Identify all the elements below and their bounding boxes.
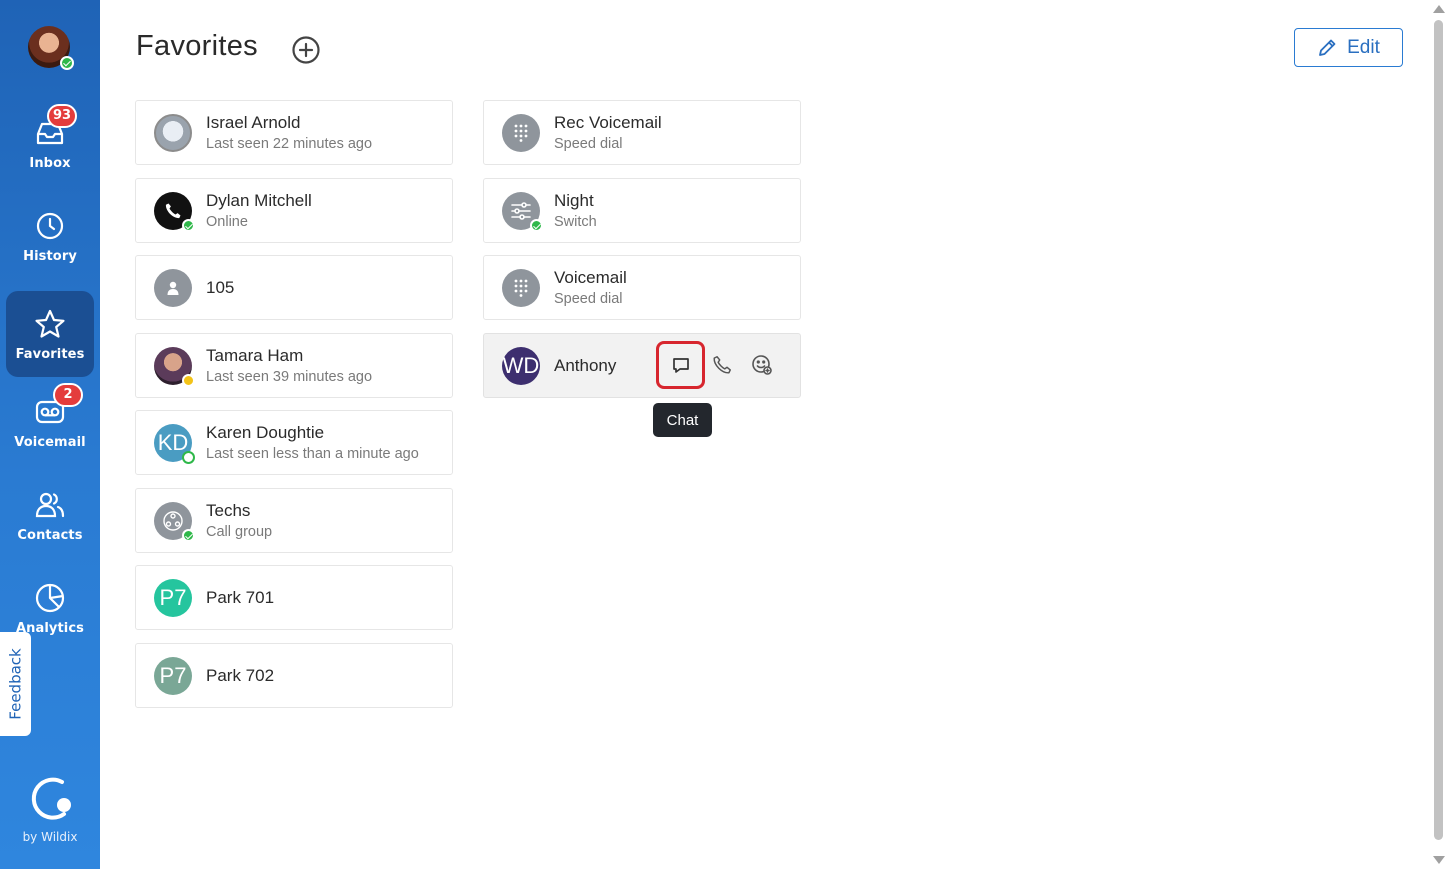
contact-name: Israel Arnold xyxy=(206,113,301,132)
edit-button[interactable]: Edit xyxy=(1294,28,1403,67)
favorite-card-israel-arnold[interactable]: Israel Arnold Last seen 22 minutes ago xyxy=(135,100,453,165)
contact-status: Last seen less than a minute ago xyxy=(206,446,419,462)
contact-name: Karen Doughtie xyxy=(206,423,325,442)
avatar: P7 xyxy=(154,578,192,617)
contact-name: Rec Voicemail xyxy=(554,113,662,132)
avatar xyxy=(154,113,192,152)
sidebar-item-label: History xyxy=(23,248,77,264)
favorite-card-rec-voicemail[interactable]: Rec Voicemail Speed dial xyxy=(483,100,801,165)
voicemail-badge: 2 xyxy=(53,382,83,407)
inbox-icon: 93 xyxy=(33,103,78,150)
avatar: P7 xyxy=(154,656,192,695)
avatar xyxy=(502,268,540,307)
scroll-down-icon[interactable] xyxy=(1433,856,1445,864)
avatar xyxy=(154,346,195,387)
sidebar-item-voicemail[interactable]: 2 Voicemail xyxy=(6,379,94,465)
chat-tooltip: Chat xyxy=(653,403,712,437)
sidebar-item-label: Contacts xyxy=(17,527,83,543)
contact-name: Techs xyxy=(206,501,251,520)
contact-status: Switch xyxy=(554,214,597,230)
favorite-card-dylan-mitchell[interactable]: Dylan Mitchell Online xyxy=(135,178,453,243)
sidebar-item-favorites[interactable]: Favorites xyxy=(6,291,94,377)
switch-icon xyxy=(511,201,531,220)
sidebar-item-contacts[interactable]: Contacts xyxy=(6,472,94,558)
sidebar-item-label: Favorites xyxy=(15,346,85,362)
emoji-icon xyxy=(752,355,772,375)
brand-logo: by Wildix xyxy=(0,772,100,844)
favorite-card-park-702[interactable]: P7 Park 702 xyxy=(135,643,453,708)
favorite-card-voicemail[interactable]: Voicemail Speed dial xyxy=(483,255,801,320)
avatar-initials: P7 xyxy=(159,584,187,610)
contact-name: Park 702 xyxy=(206,665,275,685)
avatar xyxy=(502,113,540,152)
star-icon xyxy=(33,307,67,341)
contact-name: Anthony xyxy=(554,355,617,375)
contact-name: Night xyxy=(554,191,594,210)
online-status-icon xyxy=(60,56,74,70)
contact-name: Tamara Ham xyxy=(206,346,304,365)
contact-status: Speed dial xyxy=(554,136,623,152)
contact-status: Speed dial xyxy=(554,291,623,307)
avatar-initials: P7 xyxy=(159,662,187,688)
sidebar-item-label: Inbox xyxy=(29,155,71,171)
user-avatar[interactable] xyxy=(28,26,74,70)
wildix-logo-icon xyxy=(24,772,76,824)
away-status-icon xyxy=(182,373,195,387)
favorite-card-tamara-ham[interactable]: Tamara Ham Last seen 39 minutes ago xyxy=(135,333,453,398)
contact-name: 105 xyxy=(206,277,235,297)
avatar xyxy=(154,501,195,542)
edit-label: Edit xyxy=(1347,36,1380,58)
brand-by-label: by Wildix xyxy=(22,830,78,844)
sidebar-item-history[interactable]: History xyxy=(6,193,94,279)
contacts-icon xyxy=(33,488,67,522)
page-title: Favorites xyxy=(136,30,258,62)
contact-name: Park 701 xyxy=(206,587,275,607)
avatar: KD xyxy=(154,423,195,464)
vertical-scrollbar[interactable] xyxy=(1430,0,1447,869)
scroll-thumb[interactable] xyxy=(1434,20,1443,840)
favorite-card-techs[interactable]: Techs Call group xyxy=(135,488,453,553)
sidebar-item-inbox[interactable]: 93 Inbox xyxy=(6,100,94,186)
phone-icon xyxy=(713,356,731,374)
feedback-label: Feedback xyxy=(6,648,25,720)
clock-icon xyxy=(33,209,67,243)
person-icon xyxy=(167,281,179,295)
online-status-icon xyxy=(182,450,195,464)
dialpad-icon xyxy=(514,279,528,297)
favorite-card-karen-doughtie[interactable]: KD Karen Doughtie Last seen less than a … xyxy=(135,410,453,475)
contact-status: Last seen 39 minutes ago xyxy=(206,369,373,385)
chat-button-focus-ring xyxy=(656,341,705,389)
online-status-icon xyxy=(182,218,195,232)
contact-name: Voicemail xyxy=(554,268,627,287)
contact-status: Last seen 22 minutes ago xyxy=(206,136,373,152)
online-status-icon xyxy=(182,528,195,542)
pencil-icon xyxy=(1319,39,1336,56)
reaction-button[interactable] xyxy=(744,347,780,383)
avatar: WD xyxy=(502,346,540,385)
favorite-card-night[interactable]: Night Switch xyxy=(483,178,801,243)
avatar-initials: WD xyxy=(502,352,540,378)
avatar xyxy=(154,268,192,307)
voicemail-icon: 2 xyxy=(33,382,83,429)
scroll-up-icon[interactable] xyxy=(1433,5,1445,13)
feedback-tab[interactable]: Feedback xyxy=(0,632,31,736)
add-favorite-button[interactable] xyxy=(292,36,320,64)
inbox-badge: 93 xyxy=(47,103,78,128)
favorite-card-park-701[interactable]: P7 Park 701 xyxy=(135,565,453,630)
plus-circle-icon xyxy=(292,36,320,64)
call-group-icon xyxy=(163,510,183,531)
favorite-card-105[interactable]: 105 xyxy=(135,255,453,320)
avatar xyxy=(502,191,543,232)
dialpad-icon xyxy=(514,124,528,142)
contact-name: Dylan Mitchell xyxy=(206,191,312,210)
sidebar: 93 Inbox History Favorites 2 Voicemail C… xyxy=(0,0,100,869)
contact-status: Online xyxy=(206,214,248,230)
avatar xyxy=(154,191,195,232)
call-button[interactable] xyxy=(704,347,740,383)
online-status-icon xyxy=(530,218,543,232)
pie-chart-icon xyxy=(33,581,67,615)
phone-icon xyxy=(165,203,181,218)
sidebar-item-label: Voicemail xyxy=(14,434,86,450)
contact-status: Call group xyxy=(206,524,273,540)
